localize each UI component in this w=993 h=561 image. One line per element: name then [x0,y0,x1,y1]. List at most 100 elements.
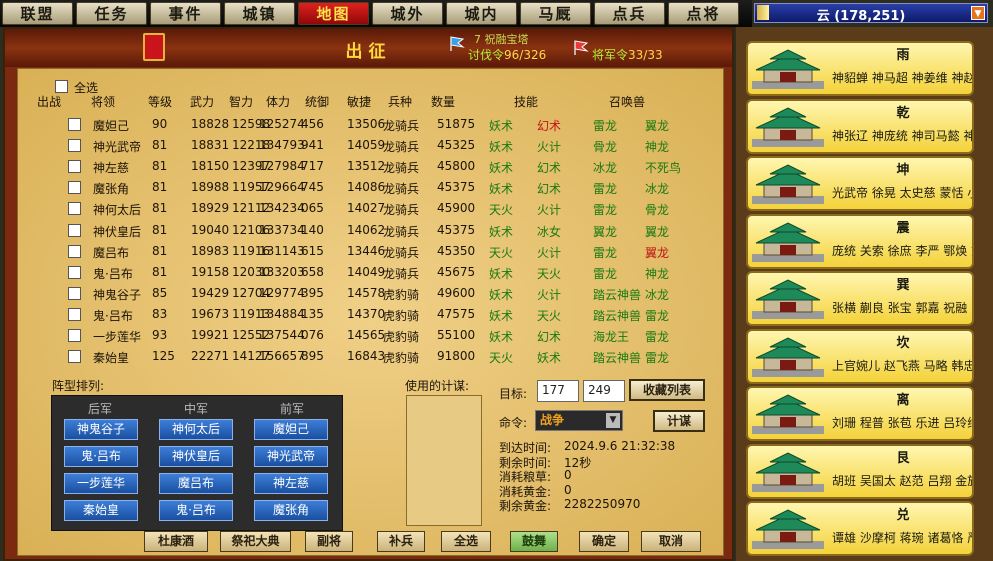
formation-slot-mid[interactable]: 神何太后 [159,419,233,440]
deploy-checkbox[interactable] [68,244,81,258]
command: 395 [301,285,324,300]
nav-tab[interactable]: 点将 [668,2,739,25]
deploy-checkbox[interactable] [68,307,81,321]
table-row[interactable]: 神光武帝 81 18831 12218 134793 941 14059 龙骑兵 45325 妖术… [5,135,685,156]
action-button[interactable]: 确定 [579,531,629,552]
deploy-checkbox[interactable] [68,286,81,300]
table-row[interactable]: 鬼·吕布 81 19158 12030 133203 658 14049 龙骑兵 45675 妖术… [5,262,685,283]
nav-tab[interactable]: 联盟 [2,2,73,25]
city-card[interactable]: 震庞统 关索 徐庶 李严 鄂焕 刘 [746,213,974,269]
city-name: 艮 [896,450,910,466]
action-button[interactable]: 全选 [441,531,491,552]
table-row[interactable]: 魔吕布 81 18983 11916 131143 615 13446 龙骑兵 45350 天火火… [5,241,685,262]
table-row[interactable]: 神何太后 81 18929 12112 134234 065 14027 龙骑兵 45900 天火… [5,198,685,219]
action-button[interactable]: 取消 [641,531,701,552]
action-button[interactable]: 补兵 [377,531,425,552]
deploy-checkbox[interactable] [68,181,81,195]
force: 19921 [191,328,230,342]
formation-slot-front[interactable]: 神左慈 [254,473,328,494]
skill-2: 幻术 [537,119,562,133]
action-button[interactable]: 副将 [305,531,353,552]
deploy-checkbox[interactable] [68,202,81,216]
city-card[interactable]: 巽张横 蒯良 张宝 郭嘉 祝融 张 [746,271,974,326]
beast-2: 骨龙 [645,203,670,218]
select-all-checkbox[interactable] [55,80,68,93]
stamina: 133734 [259,222,305,237]
beast-1: 雷龙 [593,245,618,260]
troop-count: 55100 [437,328,476,342]
nav-tab[interactable]: 事件 [150,2,221,25]
formation-slot-front[interactable]: 魔张角 [254,500,328,521]
beast-1: 雷龙 [593,119,618,133]
info-label: 剩余黄金: [499,499,552,513]
target-x-input[interactable]: 177 [537,380,579,402]
formation-slot-mid[interactable]: 魔吕布 [159,473,233,494]
agility: 16843 [347,349,386,364]
region-selector[interactable]: 云 (178,251) ▼ [754,3,988,24]
formation-slot-mid[interactable]: 鬼·吕布 [159,500,233,521]
chevron-down-icon[interactable]: ▼ [971,6,985,20]
table-row[interactable]: 神左慈 81 18150 12397 127984 717 13512 龙骑兵 45800 妖术幻… [5,156,685,177]
building-icon [752,451,824,492]
city-card[interactable]: 艮胡班 吴国太 赵范 吕翔 金旋 [746,443,974,499]
table-row[interactable]: 神鬼谷子 85 19429 12704 129774 395 14578 虎豹骑 49600 妖术… [5,283,685,304]
city-card[interactable]: 乾神张辽 神庞统 神司马懿 神 [746,98,974,154]
action-button[interactable]: 鼓舞 [510,531,558,552]
table-row[interactable]: 魔妲己 90 18828 12598 125274 456 13506 龙骑兵 51875 妖术幻… [5,114,685,135]
table-row[interactable]: 神伏皇后 81 19040 12106 133734 140 14062 龙骑兵 45375 妖术… [5,220,685,241]
force: 18831 [191,138,230,153]
troop-type: 龙骑兵 [383,161,420,176]
action-button[interactable]: 祭祀大典 [220,531,291,552]
nav-tab[interactable]: 城内 [446,2,517,25]
table-row[interactable]: 魔张角 81 18988 11957 129664 745 14086 龙骑兵 45375 妖术幻… [5,177,685,198]
formation-slot-mid[interactable]: 神伏皇后 [159,446,233,467]
nav-tab[interactable]: 点兵 [594,2,665,25]
action-button[interactable]: 杜康酒 [144,531,208,552]
tafa-stat: 讨伐令96/326 [468,48,547,62]
favorites-button[interactable]: 收藏列表 [629,379,705,401]
nav-tab[interactable]: 马厩 [520,2,591,25]
nav-tab[interactable]: 城镇 [224,2,295,25]
city-generals: 庞统 关索 徐庶 李严 鄂焕 刘 [832,243,974,258]
troop-type: 虎豹骑 [383,330,420,344]
nav-tab[interactable]: 城外 [372,2,443,25]
skill-2: 火计 [537,140,562,155]
skill-2: 妖术 [537,351,562,366]
deploy-checkbox[interactable] [68,139,81,153]
deploy-checkbox[interactable] [68,160,81,174]
formation-slot-front[interactable]: 神光武帝 [254,446,328,467]
city-generals: 光武帝 徐晃 太史慈 蒙恬 小 [832,186,974,200]
city-card[interactable]: 兑谭雄 沙摩柯 蒋琬 诸葛恪 严 [746,501,974,556]
formation-slot-rear[interactable]: 秦始皇 [64,500,138,521]
deploy-checkbox[interactable] [68,350,81,364]
stamina: 156657 [259,349,305,364]
deploy-checkbox[interactable] [68,118,81,131]
force: 18150 [191,159,230,174]
deploy-checkbox[interactable] [68,223,81,237]
command: 717 [301,159,324,174]
formation-slot-rear[interactable]: 一步莲华 [64,473,138,494]
plan-button[interactable]: 计谋 [653,410,705,432]
deploy-checkbox[interactable] [68,265,81,279]
table-row[interactable]: 鬼·吕布 83 19673 11913 134884 135 14370 虎豹骑 47575 妖术… [5,304,685,325]
table-row[interactable]: 秦始皇 125 22271 14127 156657 895 16843 虎豹骑 91800 天火… [5,346,685,367]
target-y-input[interactable]: 249 [583,380,625,402]
city-card[interactable]: 离刘珊 程普 张苞 乐进 吕玲绮 [746,386,974,441]
command-select[interactable]: 战争 ▼ [535,410,623,431]
city-card[interactable]: 坤光武帝 徐晃 太史慈 蒙恬 小 [746,156,974,211]
nav-tab[interactable]: 任务 [76,2,147,25]
column-header: 武力 [190,95,215,109]
table-row[interactable]: 一步莲华 93 19921 12552 137544 076 14565 虎豹骑 55100 妖术… [5,325,685,346]
skill-2: 火计 [537,245,562,260]
building-icon [752,106,824,147]
formation-slot-rear[interactable]: 鬼·吕布 [64,446,138,467]
nav-tab[interactable]: 地图 [298,2,369,25]
formation-slot-front[interactable]: 魔妲己 [254,419,328,440]
stamina: 129664 [259,180,305,195]
formation-slot-rear[interactable]: 神鬼谷子 [64,419,138,440]
skill-2: 幻术 [537,161,562,176]
city-card[interactable]: 坎上官婉儿 赵飞燕 马略 韩忠 [746,328,974,384]
used-plan-box[interactable] [406,395,482,526]
city-card[interactable]: 雨神貂蝉 神马超 神姜维 神赵 [746,41,974,96]
deploy-checkbox[interactable] [68,329,81,342]
